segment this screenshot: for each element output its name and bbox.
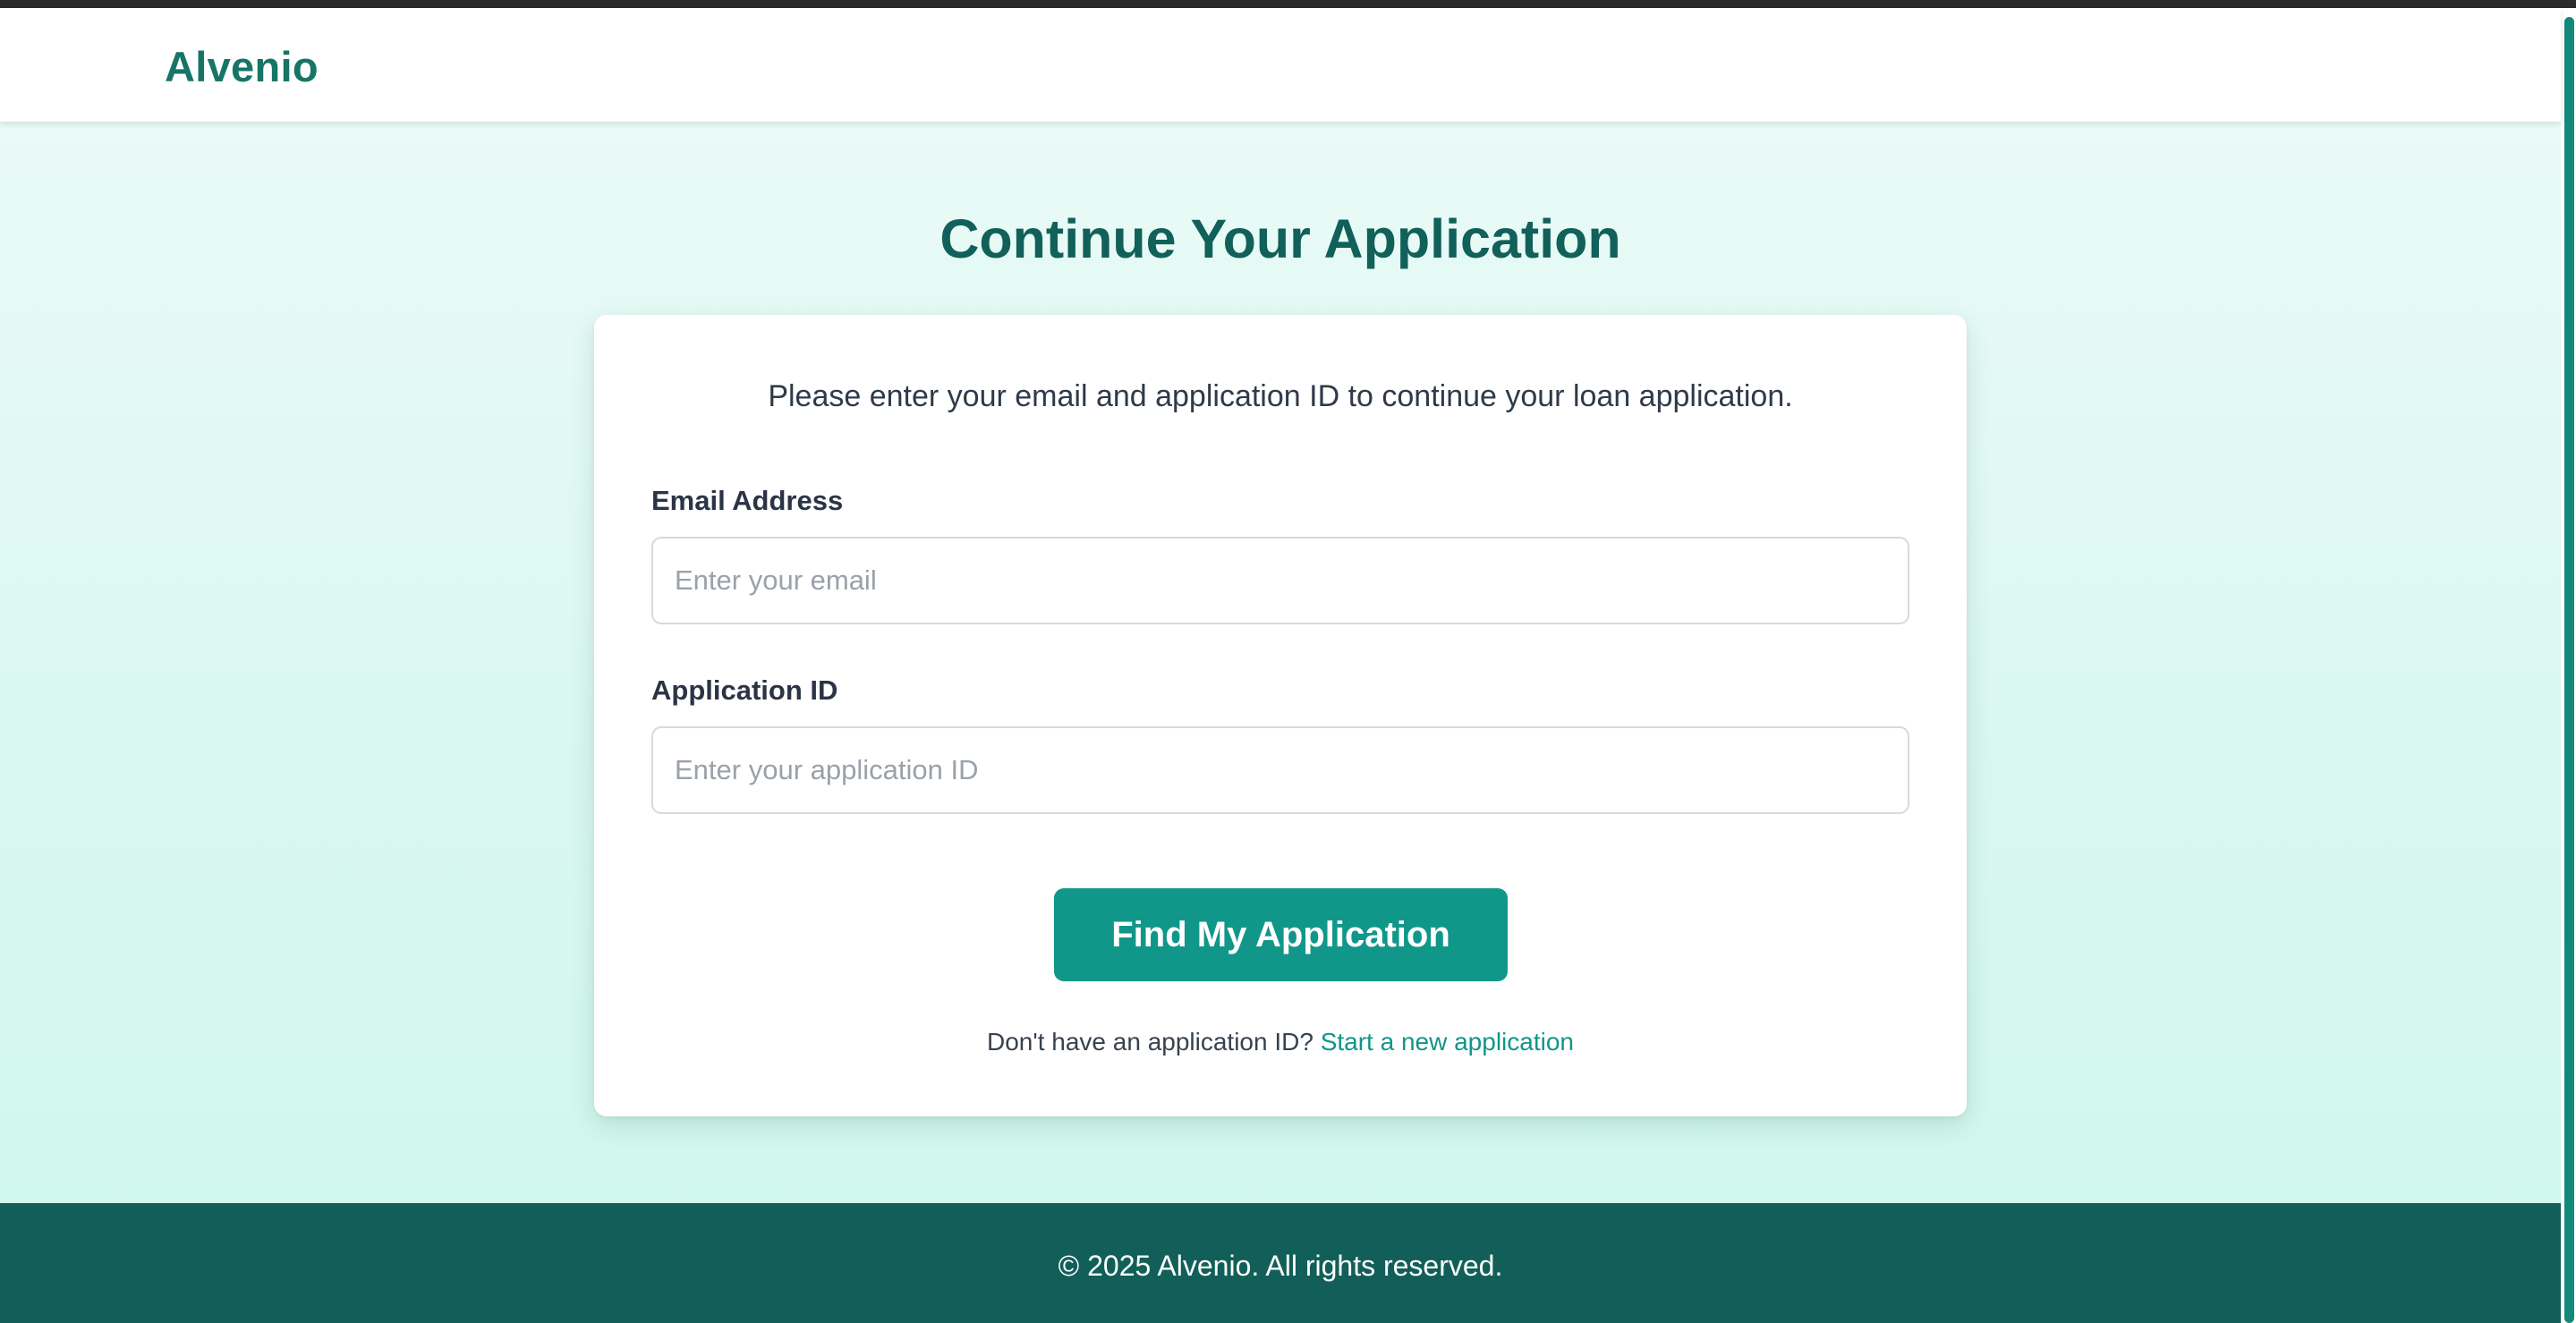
- find-application-button[interactable]: Find My Application: [1054, 888, 1508, 981]
- page-title: Continue Your Application: [939, 208, 1621, 269]
- site-header: Alvenio: [0, 8, 2561, 122]
- scrollbar-track[interactable]: [2561, 8, 2576, 1323]
- email-label: Email Address: [651, 485, 844, 516]
- email-field[interactable]: [651, 537, 1909, 624]
- copyright-text: © 2025 Alvenio. All rights reserved.: [1058, 1250, 1503, 1282]
- new-application-prompt: Don't have an application ID? Start a ne…: [594, 1028, 1967, 1056]
- application-id-label: Application ID: [651, 674, 838, 706]
- helper-text: Don't have an application ID?: [987, 1028, 1314, 1056]
- start-new-application-link[interactable]: Start a new application: [1321, 1028, 1574, 1056]
- browser-top-strip: [0, 0, 2576, 8]
- brand-logo[interactable]: Alvenio: [165, 42, 319, 91]
- lookup-card: Please enter your email and application …: [594, 315, 1967, 1116]
- site-footer: © 2025 Alvenio. All rights reserved.: [0, 1203, 2561, 1323]
- scrollbar-thumb[interactable]: [2564, 17, 2574, 1323]
- intro-text: Please enter your email and application …: [768, 379, 1793, 413]
- application-id-field[interactable]: [651, 726, 1909, 814]
